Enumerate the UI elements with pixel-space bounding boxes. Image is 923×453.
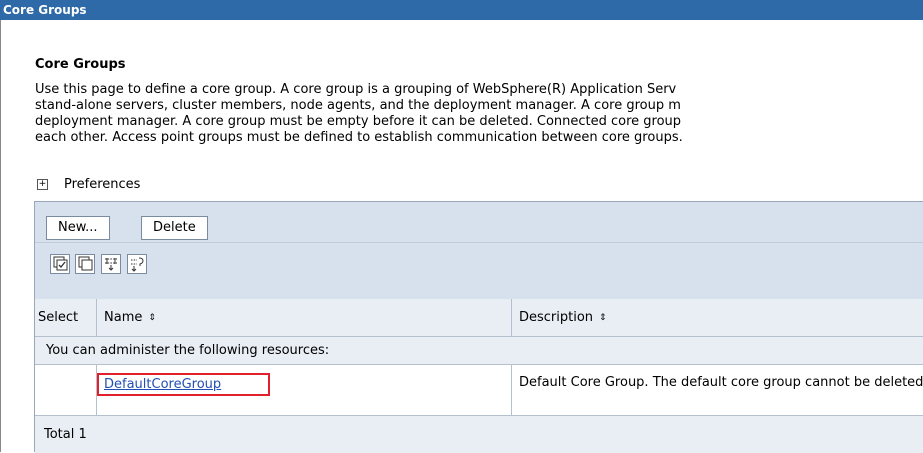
total-count: Total 1 (44, 427, 87, 442)
clear-filter-icon[interactable] (127, 254, 147, 274)
frame-border (0, 20, 1, 452)
expand-plus-icon[interactable]: + (37, 179, 48, 190)
sort-icon[interactable]: ⇕ (148, 313, 158, 322)
column-name[interactable]: Name ⇕ (104, 299, 158, 336)
column-description[interactable]: Description ⇕ (519, 299, 609, 336)
description-line: stand-alone servers, cluster members, no… (35, 98, 681, 113)
column-description-label[interactable]: Description (519, 310, 593, 325)
page-title: Core Groups (35, 57, 126, 72)
column-divider (96, 299, 97, 336)
column-name-label[interactable]: Name (104, 310, 142, 325)
preferences-toggle[interactable]: + Preferences (37, 177, 140, 192)
section-note: You can administer the following resourc… (46, 343, 330, 358)
row-description: Default Core Group. The default core gro… (519, 375, 923, 390)
section-note-row: You can administer the following resourc… (35, 337, 923, 365)
description-line: each other. Access point groups must be … (35, 130, 683, 145)
core-groups-table: New... Delete Select Name ⇕ Description … (34, 201, 923, 453)
table-row: DefaultCoreGroup Default Core Group. The… (35, 365, 923, 416)
deselect-all-icon[interactable] (75, 254, 95, 274)
description-line: Use this page to define a core group. A … (35, 82, 677, 97)
column-divider (511, 365, 512, 415)
show-filter-icon[interactable] (101, 254, 121, 274)
sort-icon[interactable]: ⇕ (599, 313, 609, 322)
default-core-group-link[interactable]: DefaultCoreGroup (97, 373, 270, 396)
delete-button[interactable]: Delete (141, 216, 208, 240)
preferences-label[interactable]: Preferences (64, 177, 140, 192)
table-total-row: Total 1 (35, 416, 923, 453)
icon-toolbar (35, 243, 923, 300)
column-select: Select (38, 310, 79, 325)
table-header-row: Select Name ⇕ Description ⇕ (35, 299, 923, 337)
column-divider (511, 299, 512, 336)
description-line: deployment manager. A core group must be… (35, 114, 682, 129)
button-toolbar: New... Delete (35, 202, 923, 243)
new-button[interactable]: New... (46, 216, 110, 240)
window-title: Core Groups (0, 0, 923, 20)
select-all-icon[interactable] (50, 254, 70, 274)
page-description: Use this page to define a core group. A … (35, 82, 923, 146)
